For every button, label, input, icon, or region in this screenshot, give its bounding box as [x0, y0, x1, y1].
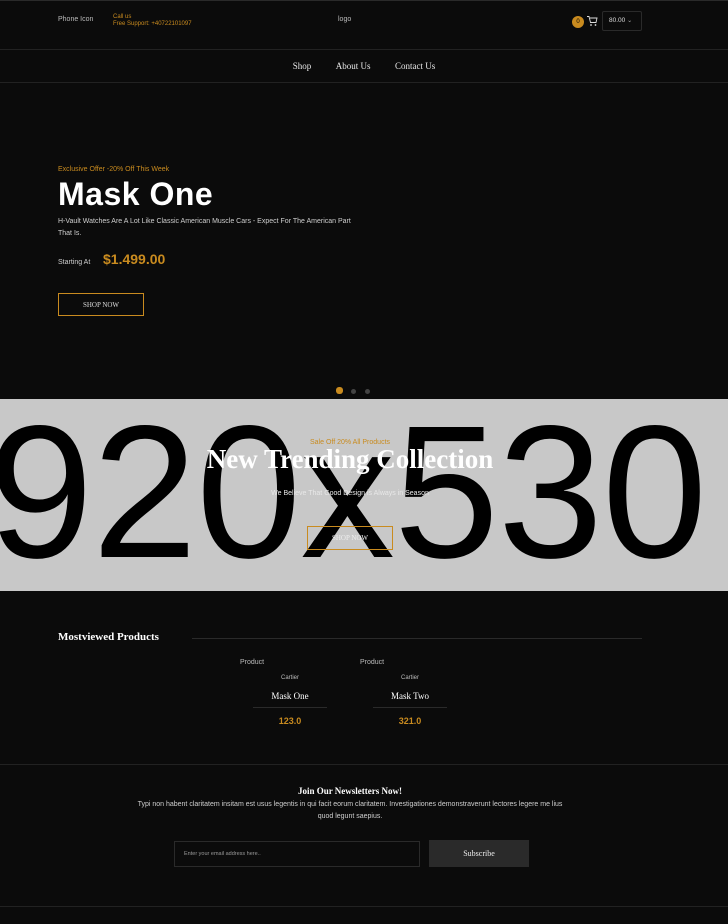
cart-total-value: 80.00	[609, 17, 626, 24]
product-price: 321.0	[398, 716, 422, 726]
call-us-label: Call us	[113, 14, 132, 20]
product-name[interactable]: Mask One	[240, 691, 340, 701]
product-brand: Cartier	[400, 675, 419, 681]
product-price: 123.0	[278, 716, 302, 726]
product-brand: Cartier	[280, 675, 299, 681]
email-field[interactable]	[174, 841, 420, 867]
section-divider	[192, 638, 642, 639]
product-card[interactable]: Product Cartier Mask One 123.0	[240, 659, 340, 726]
banner-description: We Believe That Good Design is Always in…	[271, 490, 429, 497]
hero-description: H-Vault Watches Are A Lot Like Classic A…	[58, 218, 351, 237]
nav-item-shop[interactable]: Shop	[293, 51, 312, 82]
slider-dot-3[interactable]	[364, 389, 370, 394]
starting-label: Starting At	[58, 259, 91, 266]
hero-price: $1.499.00	[103, 251, 166, 267]
chevron-down-icon: ⌄	[627, 18, 633, 24]
banner-shop-now-button[interactable]: SHOP NOW	[307, 526, 393, 550]
hero-title: Mask One	[58, 176, 214, 212]
site-logo[interactable]: logo	[338, 16, 351, 23]
cart-icon[interactable]	[586, 15, 598, 27]
support-phone[interactable]: Free Support: +40722101097	[113, 21, 192, 28]
phone-icon: Phone Icon	[58, 16, 94, 23]
product-divider	[373, 707, 447, 708]
product-divider	[253, 707, 327, 708]
product-image[interactable]: Product	[240, 659, 264, 666]
hero-offer: Exclusive Offer -20% Off This Week	[58, 166, 170, 173]
subscribe-button[interactable]: Subscribe	[429, 840, 529, 867]
cart-count-badge: 0	[572, 16, 584, 28]
hero-slider: Exclusive Offer -20% Off This Week Mask …	[0, 84, 728, 399]
mostviewed-products: Mostviewed Products Product Cartier Mask…	[0, 591, 728, 765]
cart-total-dropdown[interactable]: 80.00 ⌄	[602, 11, 642, 31]
section-title: Mostviewed Products	[58, 631, 159, 643]
newsletter-section: Join Our Newsletters Now! Typi non haben…	[0, 766, 728, 907]
banner-title: New Trending Collection	[206, 444, 494, 474]
collection-banner: 920x530 Sale Off 20% All Products New Tr…	[0, 399, 728, 591]
nav-item-contact-us[interactable]: Contact Us	[395, 51, 435, 82]
support-contact: Call us Free Support: +40722101097	[113, 14, 192, 28]
hero-shop-now-button[interactable]: SHOP NOW	[58, 293, 144, 316]
newsletter-title: Join Our Newsletters Now!	[297, 786, 403, 796]
product-name[interactable]: Mask Two	[360, 691, 460, 701]
nav-item-about-us[interactable]: About Us	[336, 51, 371, 82]
product-card[interactable]: Product Cartier Mask Two 321.0	[360, 659, 460, 726]
slider-dot-2[interactable]	[351, 389, 357, 394]
site-header: Phone Icon Call us Free Support: +407221…	[0, 1, 728, 50]
slider-dots	[336, 381, 374, 399]
product-image[interactable]: Product	[360, 659, 384, 666]
slider-dot-1[interactable]	[336, 387, 343, 394]
main-nav: Shop About Us Contact Us	[0, 51, 728, 83]
newsletter-description: Typi non habent claritatem insitam est u…	[137, 801, 563, 820]
